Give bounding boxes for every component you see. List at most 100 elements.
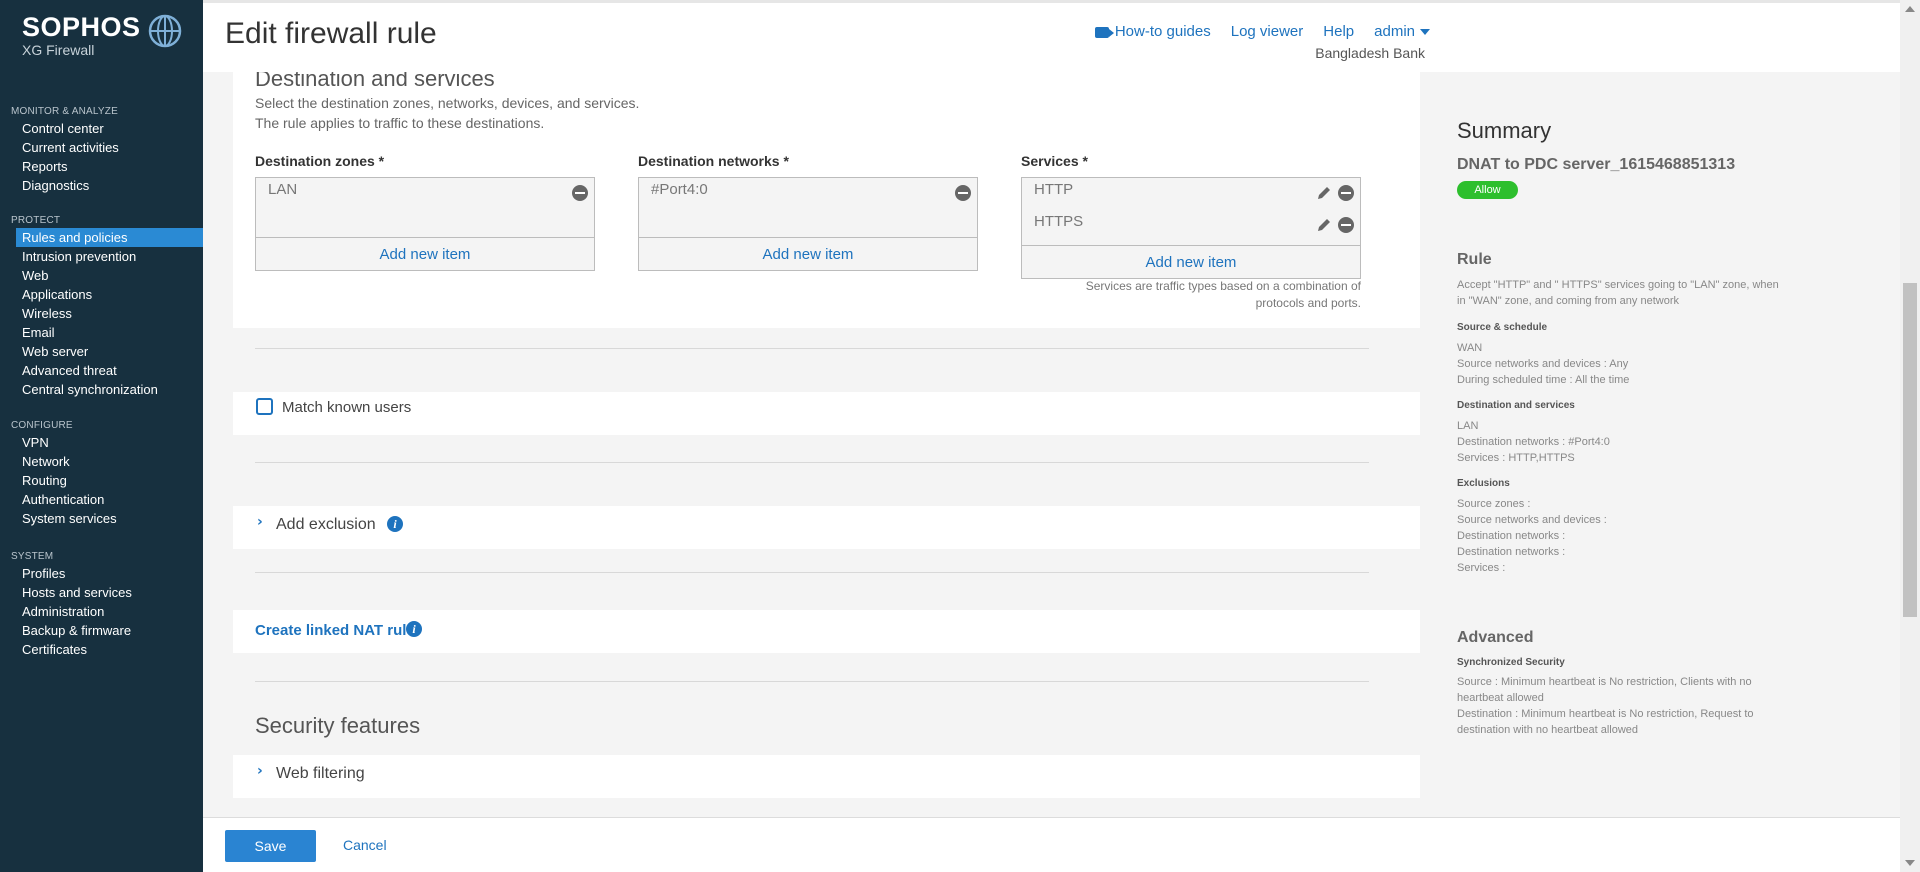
list-item: #Port4:0 bbox=[639, 178, 977, 210]
sidebar-item-profiles[interactable]: Profiles bbox=[0, 564, 203, 583]
globe-icon bbox=[148, 14, 182, 48]
sidebar-item-network[interactable]: Network bbox=[0, 452, 203, 471]
sidebar-item-intrusion-prevention[interactable]: Intrusion prevention bbox=[0, 247, 203, 266]
save-button[interactable]: Save bbox=[225, 830, 316, 862]
scroll-up-icon[interactable] bbox=[1905, 6, 1915, 12]
remove-icon[interactable] bbox=[1338, 185, 1354, 201]
summary-source-heading: Source & schedule bbox=[1457, 322, 1548, 333]
web-filtering-toggle[interactable]: Web filtering bbox=[276, 765, 365, 783]
info-icon[interactable]: i bbox=[406, 621, 422, 637]
services-hint-line-2: protocols and ports. bbox=[1255, 296, 1361, 310]
summary-exclusions-heading: Exclusions bbox=[1457, 478, 1510, 489]
summary-source-line: During scheduled time : All the time bbox=[1457, 374, 1630, 386]
summary-excl-line: Source networks and devices : bbox=[1457, 514, 1607, 526]
sidebar-item-authentication[interactable]: Authentication bbox=[0, 490, 203, 509]
services-label: Services * bbox=[1021, 153, 1088, 169]
summary-rule-name: DNAT to PDC server_1615468851313 bbox=[1457, 156, 1736, 173]
destination-networks-label: Destination networks * bbox=[638, 153, 789, 169]
sidebar-item-email[interactable]: Email bbox=[0, 323, 203, 342]
sidebar-item-hosts-and-services[interactable]: Hosts and services bbox=[0, 583, 203, 602]
summary-rule-heading: Rule bbox=[1457, 251, 1492, 268]
sidebar-item-applications[interactable]: Applications bbox=[0, 285, 203, 304]
service-value: HTTP bbox=[1034, 181, 1074, 198]
sidebar-item-wireless[interactable]: Wireless bbox=[0, 304, 203, 323]
divider bbox=[255, 462, 1369, 463]
sidebar: SOPHOS XG Firewall MONITOR & ANALYZE Con… bbox=[0, 0, 203, 872]
divider bbox=[255, 348, 1369, 349]
remove-icon[interactable] bbox=[955, 185, 971, 201]
video-camera-icon bbox=[1094, 26, 1114, 38]
footer-bar: Save Cancel bbox=[203, 817, 1900, 872]
info-icon[interactable]: i bbox=[387, 516, 403, 532]
howto-guides-link[interactable]: How-to guides bbox=[1094, 23, 1211, 40]
remove-icon[interactable] bbox=[1338, 217, 1354, 233]
services-hint: Services are traffic types based on a co… bbox=[1021, 278, 1361, 312]
summary-advanced-heading: Advanced bbox=[1457, 629, 1534, 646]
sidebar-item-rules-and-policies[interactable]: Rules and policies bbox=[16, 228, 203, 247]
sidebar-item-central-synchronization[interactable]: Central synchronization bbox=[0, 380, 203, 399]
services-hint-line-1: Services are traffic types based on a co… bbox=[1085, 279, 1361, 293]
pencil-icon[interactable] bbox=[1316, 185, 1332, 201]
sidebar-item-advanced-threat[interactable]: Advanced threat bbox=[0, 361, 203, 380]
scrollbar[interactable] bbox=[1900, 0, 1920, 872]
summary-source-line: WAN bbox=[1457, 342, 1483, 354]
nav-heading: SYSTEM bbox=[11, 551, 54, 562]
list-item: HTTP bbox=[1022, 178, 1360, 210]
network-value: #Port4:0 bbox=[651, 181, 708, 198]
destination-desc-2: The rule applies to traffic to these des… bbox=[255, 115, 545, 131]
list-item: HTTPS bbox=[1022, 210, 1360, 242]
nav-heading: MONITOR & ANALYZE bbox=[11, 106, 118, 117]
add-zone-button[interactable]: Add new item bbox=[256, 237, 594, 270]
remove-icon[interactable] bbox=[572, 185, 588, 201]
cancel-button[interactable]: Cancel bbox=[343, 837, 387, 853]
match-known-users-checkbox[interactable] bbox=[256, 398, 273, 415]
destination-zones-field: LAN Add new item bbox=[255, 177, 595, 271]
create-linked-nat-link[interactable]: Create linked NAT rule bbox=[255, 622, 415, 639]
brand-name: SOPHOS bbox=[22, 12, 141, 42]
help-link[interactable]: Help bbox=[1323, 23, 1354, 40]
add-network-button[interactable]: Add new item bbox=[639, 237, 977, 270]
sidebar-item-backup-firmware[interactable]: Backup & firmware bbox=[0, 621, 203, 640]
sidebar-item-current-activities[interactable]: Current activities bbox=[0, 138, 203, 157]
list-item: LAN bbox=[256, 178, 594, 210]
sidebar-item-administration[interactable]: Administration bbox=[0, 602, 203, 621]
divider bbox=[255, 572, 1369, 573]
log-viewer-link[interactable]: Log viewer bbox=[1231, 23, 1304, 40]
chevron-right-icon[interactable]: › bbox=[257, 514, 263, 530]
zone-value: LAN bbox=[268, 181, 298, 198]
summary-title: Summary bbox=[1457, 118, 1552, 143]
sidebar-item-reports[interactable]: Reports bbox=[0, 157, 203, 176]
summary-dest-line: Destination networks : #Port4:0 bbox=[1457, 436, 1610, 448]
destination-title: Destination and services bbox=[255, 72, 495, 91]
destination-zones-label: Destination zones * bbox=[255, 153, 385, 169]
brand-product: XG Firewall bbox=[22, 42, 95, 58]
sidebar-item-vpn[interactable]: VPN bbox=[0, 433, 203, 452]
summary-excl-line: Destination networks : bbox=[1457, 530, 1566, 542]
scroll-down-icon[interactable] bbox=[1905, 860, 1915, 866]
pencil-icon[interactable] bbox=[1316, 217, 1332, 233]
add-service-button[interactable]: Add new item bbox=[1022, 245, 1360, 278]
scroll-thumb[interactable] bbox=[1903, 283, 1917, 617]
page-title: Edit firewall rule bbox=[225, 17, 437, 50]
service-value: HTTPS bbox=[1034, 213, 1084, 230]
sidebar-item-diagnostics[interactable]: Diagnostics bbox=[0, 176, 203, 195]
admin-menu[interactable]: admin bbox=[1374, 23, 1430, 40]
sidebar-item-web-server[interactable]: Web server bbox=[0, 342, 203, 361]
sidebar-item-system-services[interactable]: System services bbox=[0, 509, 203, 528]
sidebar-item-web[interactable]: Web bbox=[0, 266, 203, 285]
summary-dest-line: Services : HTTP,HTTPS bbox=[1457, 452, 1575, 464]
services-field: HTTP HTTPS Add new item bbox=[1021, 177, 1361, 279]
nav-section-system: SYSTEM Profiles Hosts and services Admin… bbox=[0, 549, 203, 659]
sidebar-item-certificates[interactable]: Certificates bbox=[0, 640, 203, 659]
add-exclusion-toggle[interactable]: Add exclusion bbox=[276, 516, 376, 534]
sidebar-item-control-center[interactable]: Control center bbox=[0, 119, 203, 138]
summary-dest-heading: Destination and services bbox=[1457, 400, 1575, 411]
nav-heading: CONFIGURE bbox=[11, 420, 73, 431]
divider bbox=[255, 681, 1369, 682]
sidebar-item-routing[interactable]: Routing bbox=[0, 471, 203, 490]
summary-panel: Summary DNAT to PDC server_1615468851313… bbox=[1420, 72, 1900, 817]
summary-excl-line: Services : bbox=[1457, 562, 1506, 574]
howto-guides-label: How-to guides bbox=[1114, 23, 1211, 40]
chevron-right-icon[interactable]: › bbox=[257, 763, 263, 779]
top-header: Edit firewall rule How-to guides Log vie… bbox=[203, 0, 1920, 72]
